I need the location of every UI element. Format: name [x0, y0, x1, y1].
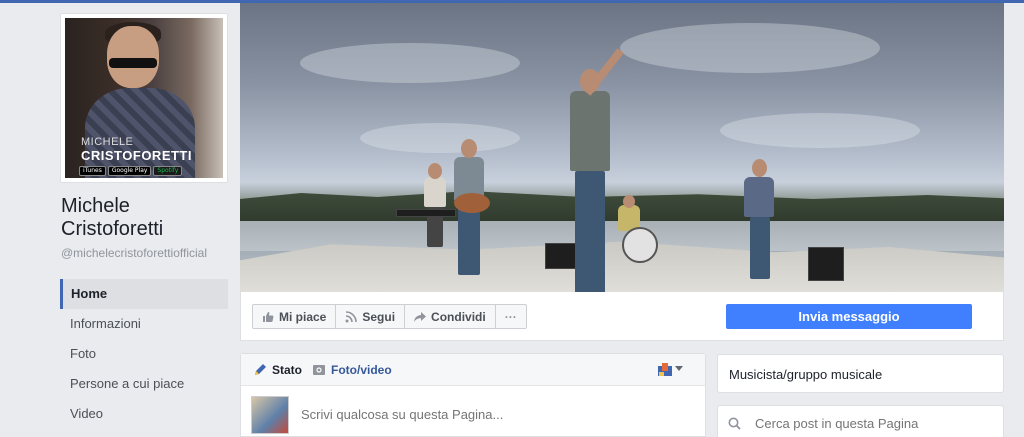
sidebar-item-home[interactable]: Home: [60, 279, 228, 309]
spotify-badge: Spotify: [153, 166, 183, 176]
page-post-search: [717, 405, 1004, 437]
share-label: Condividi: [431, 309, 486, 324]
post-composer: Stato Foto/video: [240, 353, 706, 437]
profile-picture[interactable]: MICHELE CRISTOFORETTI iTunes Google Play…: [60, 13, 228, 183]
more-options-icon: ···: [504, 309, 517, 324]
share-arrow-icon: [414, 311, 427, 322]
follow-label: Segui: [362, 309, 396, 324]
google-play-badge: Google Play: [107, 166, 152, 176]
composer-body: [241, 386, 705, 436]
tab-status[interactable]: Stato: [253, 363, 302, 377]
profile-photo: MICHELE CRISTOFORETTI iTunes Google Play…: [65, 18, 223, 178]
tab-photo-video[interactable]: Foto/video: [312, 363, 392, 377]
sidebar-item-video[interactable]: Video: [60, 399, 228, 429]
camera-icon: [313, 364, 325, 375]
page-handle[interactable]: @michelecristoforettiofficial: [61, 246, 207, 260]
search-icon: [728, 417, 741, 430]
composer-tabs: Stato Foto/video: [241, 354, 705, 386]
profile-overlay-line2: CRISTOFORETTI: [81, 148, 192, 163]
page-title[interactable]: Michele Cristoforetti: [61, 195, 231, 241]
sidebar-item-persone[interactable]: Persone a cui piace: [60, 369, 228, 399]
page-avatar: [251, 396, 289, 434]
thumbs-up-icon: [263, 311, 274, 322]
cover-photo[interactable]: [240, 3, 1004, 292]
page-category[interactable]: Musicista/gruppo musicale: [717, 354, 1004, 393]
rss-icon: [345, 310, 358, 322]
itunes-badge: iTunes: [79, 166, 106, 176]
composer-input[interactable]: [301, 407, 681, 422]
tab-photo-label: Foto/video: [331, 362, 392, 377]
sidebar-nav: Home Informazioni Foto Persone a cui pia…: [60, 279, 228, 429]
pencil-icon: [255, 363, 266, 375]
like-label: Mi piace: [279, 309, 327, 324]
share-button[interactable]: Condividi: [404, 304, 496, 329]
sidebar-item-informazioni[interactable]: Informazioni: [60, 309, 228, 339]
more-options-button[interactable]: ···: [494, 304, 527, 329]
action-button-group: Mi piace Segui Condividi ···: [252, 304, 527, 329]
tab-status-label: Stato: [272, 362, 302, 377]
like-button[interactable]: Mi piace: [252, 304, 337, 329]
profile-overlay-line1: MICHELE: [81, 136, 134, 148]
send-message-button[interactable]: Invia messaggio: [726, 304, 972, 329]
page-avatar-icon: [658, 363, 672, 376]
follow-button[interactable]: Segui: [335, 304, 406, 329]
post-as-selector[interactable]: [658, 362, 683, 376]
page-action-bar: Mi piace Segui Condividi ··· Invia messa…: [240, 292, 1004, 341]
sidebar-item-foto[interactable]: Foto: [60, 339, 228, 369]
caret-down-icon: [675, 366, 683, 371]
store-badges: iTunes Google Play Spotify: [79, 166, 183, 176]
search-input[interactable]: [755, 416, 995, 431]
